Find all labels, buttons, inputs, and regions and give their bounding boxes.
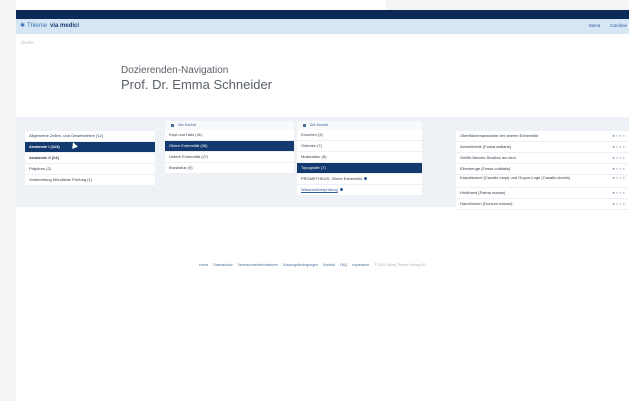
list-item-prometheus[interactable]: PROMETHEUS: Obere Extremität [297, 174, 422, 185]
list-item-label: Wissensüberprüfung [301, 187, 338, 192]
list-item[interactable]: Topografie (7) [297, 163, 422, 174]
brand-thieme: Thieme [27, 23, 48, 29]
list-item-label: Hohlhand (Palma manus) [460, 190, 506, 195]
list-item[interactable]: Achselhöhle (Fossa axillaris) ●●●● [456, 142, 629, 153]
page-heading: Dozierenden-Navigation Prof. Dr. Emma Sc… [121, 65, 272, 93]
info-icon [339, 188, 343, 192]
list-item-label: PROMETHEUS: Obere Extremität [301, 176, 362, 181]
footer-copyright: © 2021 Georg Thieme Verlag KG [374, 263, 426, 267]
user-link[interactable]: Caroline [610, 23, 627, 28]
top-bar [16, 10, 629, 19]
progress-dots: ●●●● [612, 175, 626, 180]
list-item[interactable]: Präpkurs (2) [25, 164, 155, 175]
list-item[interactable]: Brustsitus (9) [165, 163, 294, 174]
footer-link-privacy[interactable]: Datenschutz [213, 263, 232, 267]
list-item-label: Oberflächenanatomie der oberen Extremitä… [460, 133, 538, 138]
module-icon [303, 124, 306, 127]
footer-link-home[interactable]: Home [199, 263, 208, 267]
nav-right: Menü Caroline [579, 23, 627, 28]
footer-link-terms[interactable]: Nutzungsbedingungen [283, 263, 318, 267]
external-link-icon [363, 177, 367, 181]
footer-link-consumer-info[interactable]: Verbraucherinformationen [238, 263, 278, 267]
list-item-label: Ellenbeuge (Fossa cubitalis) [460, 166, 511, 171]
list-item[interactable]: Anatomie I (113) [25, 142, 155, 153]
progress-dots: ●●●● [612, 144, 626, 149]
progress-dots: ●●●● [612, 133, 626, 138]
search-field[interactable]: Suche [21, 40, 34, 45]
list-item[interactable]: Hohlhand (Palma manus) ●●●● [456, 188, 629, 199]
page-subtitle: Prof. Dr. Emma Schneider [121, 77, 272, 92]
footer-link-faq[interactable]: FAQ [340, 263, 347, 267]
progress-dots: ●●●● [612, 201, 626, 206]
thieme-logo-icon: ✱ [20, 23, 26, 29]
brand[interactable]: ✱ Thieme via medici [20, 22, 79, 29]
list-item[interactable]: Gelenke (7) [297, 141, 422, 152]
column-submodules: Alle Module Knochen (3) Gelenke (7) Musk… [297, 121, 422, 196]
navbar: ✱ Thieme via medici Menü Caroline [16, 19, 629, 34]
page-title: Dozierenden-Navigation [121, 65, 229, 76]
window-top-strip [16, 0, 386, 10]
column-modules: Alle Module Kopf und Hals (41) Obere Ext… [165, 121, 294, 174]
list-item[interactable]: Gefäß-Nerven-Straßen am Arm ●●●● [456, 153, 629, 164]
column-header-label: Alle Module [310, 123, 329, 127]
list-item[interactable]: Allgemeine Zellen- und Gewebelehre (12) [25, 131, 155, 142]
list-item[interactable]: Vorbereitung Mündliche Prüfung (1) [25, 175, 155, 186]
list-item-label: Gefäß-Nerven-Straßen am Arm [460, 155, 516, 160]
list-item[interactable]: Muskulatur (8) [297, 152, 422, 163]
module-icon [171, 124, 174, 127]
list-item[interactable]: Obere Extremität (36) [165, 141, 294, 152]
browser-frame: ✱ Thieme via medici Menü Caroline Suche Doz… [16, 10, 629, 401]
column-header[interactable]: Alle Module [165, 121, 294, 130]
progress-dots: ●●●● [612, 166, 626, 171]
list-item[interactable]: Handrücken (Dorsum manus) ●●●● [456, 199, 629, 210]
list-item-label: Karpaltunnel (Canalis carpi) und Guyon-L… [460, 175, 571, 180]
list-item[interactable]: Knochen (3) [297, 130, 422, 141]
footer: Home Datenschutz Verbraucherinformatione… [199, 263, 430, 267]
list-item-quiz[interactable]: Wissensüberprüfung [297, 185, 422, 196]
list-item[interactable]: Oberflächenanatomie der oberen Extremitä… [456, 131, 629, 142]
list-item[interactable]: Anatomie II (24) [25, 153, 155, 164]
column-header-label: Alle Module [178, 123, 197, 127]
list-item[interactable]: Ellenbeuge (Fossa cubitalis) ●●●● [456, 164, 629, 175]
footer-link-contact[interactable]: Kontakt [323, 263, 335, 267]
list-item[interactable]: Kopf und Hals (41) [165, 130, 294, 141]
brand-product: via medici [50, 23, 80, 29]
list-item-label: Achselhöhle (Fossa axillaris) [460, 144, 511, 149]
column-topics: Oberflächenanatomie der oberen Extremitä… [456, 131, 629, 210]
column-subjects: Allgemeine Zellen- und Gewebelehre (12) … [25, 131, 155, 186]
footer-link-imprint[interactable]: Impressum [352, 263, 369, 267]
column-header[interactable]: Alle Module [297, 121, 422, 130]
progress-dots: ●●●● [612, 155, 626, 160]
menu-link[interactable]: Menü [589, 23, 600, 28]
list-item[interactable]: Untere Extremität (27) [165, 152, 294, 163]
list-item[interactable]: Karpaltunnel (Canalis carpi) und Guyon-L… [456, 175, 629, 188]
progress-dots: ●●●● [612, 190, 626, 195]
list-item-label: Handrücken (Dorsum manus) [460, 201, 513, 206]
